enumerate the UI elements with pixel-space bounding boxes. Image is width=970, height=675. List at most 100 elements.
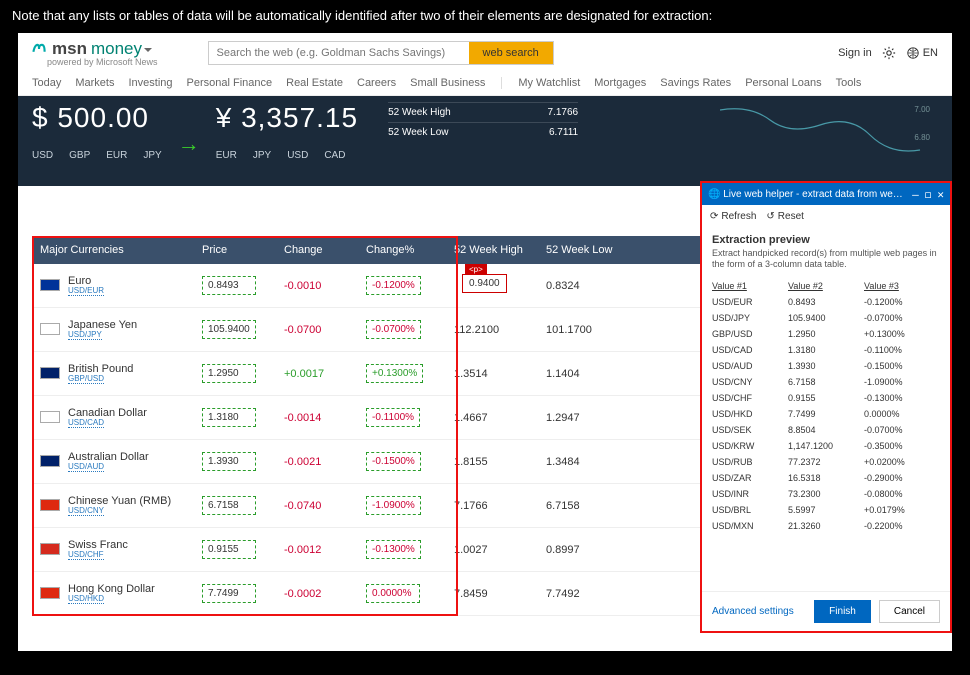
main-nav: Today Markets Investing Personal Finance Rea… [18,67,952,96]
flag-icon [40,411,60,423]
extraction-row[interactable]: USD/KRW1,147.1200-0.3500% [712,438,940,454]
changepct-cell[interactable]: -0.1100% [366,408,420,427]
hero-stats: 52 Week High7.176652 Week Low6.7111 [388,102,578,186]
col-2: Value #2 [788,281,864,291]
hero-tab-cad[interactable]: CAD [324,150,345,161]
price-cell[interactable]: 105.9400 [202,320,256,339]
changepct-cell[interactable]: -1.0900% [366,496,421,515]
hero-tab-jpy[interactable]: JPY [143,150,161,161]
price-cell[interactable]: 0.9155 [202,540,256,559]
hero-panel: $ 500.00 USDGBPEURJPY → ¥ 3,357.15 EURJP… [18,96,952,186]
nav-real-estate[interactable]: Real Estate [286,77,343,89]
extraction-row[interactable]: USD/EUR0.8493-0.1200% [712,294,940,310]
changepct-cell[interactable]: -0.1200% [366,276,421,295]
change-cell: +0.0017 [284,368,366,380]
hero-left-value: $ 500.00 [32,102,162,134]
currency-pair[interactable]: USD/HKD [68,595,104,605]
col-3: Value #3 [864,281,940,291]
changepct-cell[interactable]: -0.1500% [366,452,421,471]
price-cell[interactable]: 7.7499 [202,584,256,603]
52low-cell: 0.8997 [540,544,632,556]
hero-tab-eur[interactable]: EUR [216,150,237,161]
svg-text:6.80: 6.80 [914,133,930,142]
currency-pair[interactable]: USD/CAD [68,419,104,429]
sign-in-link[interactable]: Sign in [838,47,872,59]
nav-personal-loans[interactable]: Personal Loans [745,77,821,89]
changepct-cell[interactable]: -0.1300% [366,540,421,559]
changepct-cell[interactable]: -0.0700% [366,320,421,339]
nav-tools[interactable]: Tools [836,77,862,89]
close-icon[interactable]: ✕ [937,188,944,201]
extraction-row[interactable]: USD/JPY105.9400-0.0700% [712,310,940,326]
price-cell[interactable]: 1.3930 [202,452,256,471]
chevron-down-icon [144,48,152,56]
brand-text: msnmoney [52,39,152,59]
finish-button[interactable]: Finish [814,600,871,623]
hero-tab-gbp[interactable]: GBP [69,150,90,161]
hero-tab-jpy[interactable]: JPY [253,150,271,161]
page-caption: Note that any lists or tables of data wi… [0,0,970,29]
changepct-cell[interactable]: +0.1300% [366,364,423,383]
nav-markets[interactable]: Markets [75,77,114,89]
hero-tab-usd[interactable]: USD [287,150,308,161]
price-cell[interactable]: 1.3180 [202,408,256,427]
gear-icon[interactable] [882,46,896,60]
msn-logo-icon [32,42,46,56]
hero-tab-usd[interactable]: USD [32,150,53,161]
extraction-row[interactable]: USD/RUB77.2372+0.0200% [712,454,940,470]
currency-pair[interactable]: USD/CHF [68,551,104,561]
price-cell[interactable]: 6.7158 [202,496,256,515]
extraction-row[interactable]: USD/CAD1.3180-0.1100% [712,342,940,358]
reset-button[interactable]: ↺Reset [766,211,804,222]
nav-mortgages[interactable]: Mortgages [594,77,646,89]
flag-icon [40,543,60,555]
refresh-icon: ⟳ [710,211,718,222]
hero-tab-eur[interactable]: EUR [106,150,127,161]
currency-pair[interactable]: USD/CNY [68,507,104,517]
nav-personal-finance[interactable]: Personal Finance [187,77,273,89]
hero-right-value: ¥ 3,357.15 [216,102,358,134]
globe-icon [906,46,920,60]
brand[interactable]: msnmoney [32,39,158,59]
52high-cell: 112.2100 [448,324,540,336]
hero-left: $ 500.00 USD GBP EUR JPY [32,102,162,186]
extraction-rows: USD/EUR0.8493-0.1200%USD/JPY105.9400-0.0… [712,294,940,534]
price-cell[interactable]: 1.2950 [202,364,256,383]
refresh-button[interactable]: ⟳Refresh [710,211,756,222]
nav-careers[interactable]: Careers [357,77,396,89]
extraction-row[interactable]: USD/BRL5.5997+0.0179% [712,502,940,518]
currency-pair[interactable]: GBP/USD [68,375,104,385]
helper-titlebar[interactable]: 🌐 Live web helper - extract data from we… [702,183,950,205]
price-cell[interactable]: 0.8493 [202,276,256,295]
nav-investing[interactable]: Investing [128,77,172,89]
52high-cell: 1.0027 [448,544,540,556]
maximize-icon[interactable]: ◻ [925,188,932,201]
nav-my-watchlist[interactable]: My Watchlist [518,77,580,89]
currency-pair[interactable]: USD/EUR [68,287,104,297]
advanced-settings-link[interactable]: Advanced settings [712,606,794,617]
extraction-row[interactable]: USD/INR73.2300-0.0800% [712,486,940,502]
extraction-row[interactable]: GBP/USD1.2950+0.1300% [712,326,940,342]
extraction-row[interactable]: USD/ZAR16.5318-0.2900% [712,470,940,486]
extraction-row[interactable]: USD/CNY6.7158-1.0900% [712,374,940,390]
minimize-icon[interactable]: — [912,188,919,201]
nav-today[interactable]: Today [32,77,61,89]
extraction-row[interactable]: USD/SEK8.8504-0.0700% [712,422,940,438]
currency-pair[interactable]: USD/JPY [68,331,102,341]
extraction-row[interactable]: USD/CHF0.9155-0.1300% [712,390,940,406]
nav-savings-rates[interactable]: Savings Rates [660,77,731,89]
52low-cell: 1.3484 [540,456,632,468]
nav-small-business[interactable]: Small Business [410,77,485,89]
brand-section: money [91,39,142,58]
cancel-button[interactable]: Cancel [879,600,940,623]
extraction-row[interactable]: USD/MXN21.3260-0.2200% [712,518,940,534]
hero-left-tabs: USD GBP EUR JPY [32,150,162,161]
language-switch[interactable]: EN [906,46,938,60]
change-cell: -0.0740 [284,500,366,512]
extraction-row[interactable]: USD/HKD7.74990.0000% [712,406,940,422]
search-input[interactable] [209,42,469,64]
extraction-row[interactable]: USD/AUD1.3930-0.1500% [712,358,940,374]
changepct-cell[interactable]: 0.0000% [366,584,420,603]
web-search-button[interactable]: web search [469,42,553,64]
currency-pair[interactable]: USD/AUD [68,463,104,473]
